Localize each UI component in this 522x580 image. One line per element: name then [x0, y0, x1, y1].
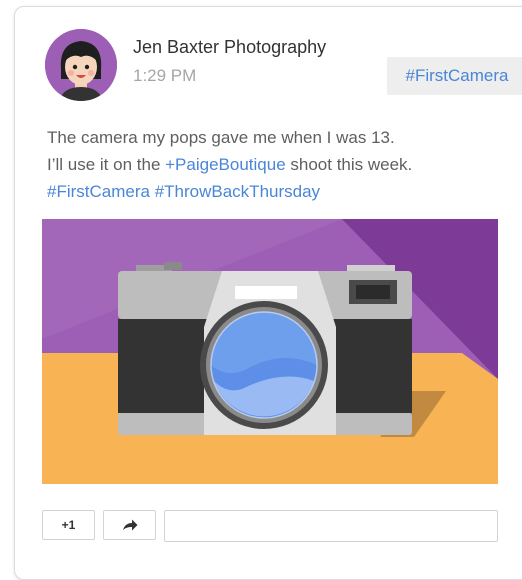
plus-one-button[interactable]: +1: [42, 510, 95, 540]
author-name[interactable]: Jen Baxter Photography: [133, 37, 326, 58]
avatar-illustration: [45, 29, 117, 101]
post-card: Jen Baxter Photography 1:29 PM #FirstCam…: [14, 6, 522, 580]
author-avatar[interactable]: [45, 29, 117, 101]
camera-photo-illustration: [42, 219, 498, 484]
post-body-line-1: The camera my pops gave me when I was 13…: [47, 128, 395, 147]
post-body-text: I’ll use it on the: [47, 155, 166, 174]
share-button[interactable]: [103, 510, 156, 540]
hashtag-chip[interactable]: #FirstCamera: [387, 57, 522, 95]
post-body: The camera my pops gave me when I was 13…: [47, 124, 507, 205]
mention-link[interactable]: +PaigeBoutique: [165, 155, 286, 174]
share-arrow-icon: [122, 519, 137, 531]
post-body-text: shoot this week.: [285, 155, 413, 174]
post-timestamp[interactable]: 1:29 PM: [133, 66, 196, 86]
post-photo[interactable]: [42, 219, 498, 484]
post-body-line-2: I’ll use it on the +PaigeBoutique shoot …: [47, 151, 507, 178]
hashtag-link[interactable]: #ThrowBackThursday: [155, 182, 320, 201]
comment-input[interactable]: [164, 510, 498, 542]
hashtag-link[interactable]: #FirstCamera: [47, 182, 150, 201]
post-body-line-3: #FirstCamera #ThrowBackThursday: [47, 178, 507, 205]
